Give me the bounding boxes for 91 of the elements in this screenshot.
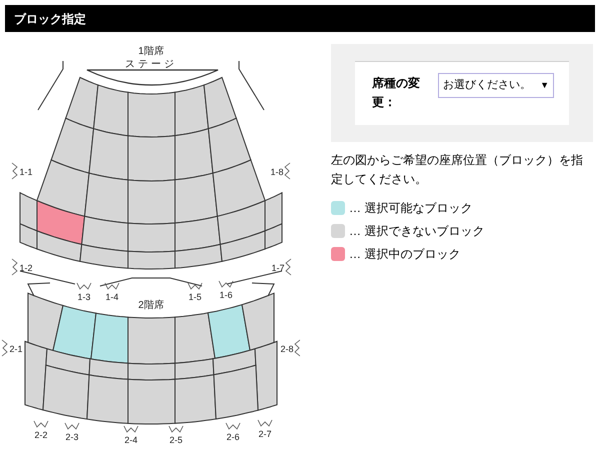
door-icon: [64, 422, 80, 430]
door-label: 2-5: [170, 435, 182, 445]
seat-block[interactable]: [36, 200, 86, 246]
legend-label: … 選択可能なブロック: [349, 200, 472, 217]
seat-block[interactable]: [128, 378, 176, 424]
door-label: 1-4: [106, 292, 118, 302]
door-label: 2-7: [258, 429, 272, 439]
seat-block[interactable]: [174, 244, 223, 269]
seat-block[interactable]: [36, 230, 82, 262]
wall-line: [238, 60, 264, 110]
seat-block[interactable]: [93, 84, 128, 136]
seat-block[interactable]: [128, 250, 176, 270]
seat-block[interactable]: [65, 76, 99, 130]
seat-block[interactable]: [212, 159, 266, 217]
door-icon: [124, 426, 138, 433]
seat-block[interactable]: [264, 192, 282, 232]
seat-block[interactable]: [216, 200, 266, 246]
seat-block[interactable]: [79, 244, 128, 269]
seat-block[interactable]: [42, 364, 90, 420]
door-icon: [226, 422, 240, 430]
seat-block[interactable]: [36, 159, 90, 217]
seat-block[interactable]: [208, 118, 252, 174]
seat-block[interactable]: [20, 192, 38, 232]
seat-block[interactable]: [128, 362, 176, 380]
seat-block[interactable]: [174, 128, 214, 180]
seat-type-select[interactable]: お選びください。 ▼: [438, 73, 554, 98]
seat-block[interactable]: [88, 128, 128, 180]
door-label: 1-6: [220, 290, 232, 300]
door-icon: [258, 420, 272, 427]
door-label: 1-8: [270, 167, 284, 177]
legend-label: … 選択できないブロック: [349, 223, 484, 240]
seat-block[interactable]: [86, 374, 128, 424]
seat-type-label: 席種の変更：: [372, 75, 421, 111]
door-icon: [104, 282, 120, 290]
seat-block[interactable]: [212, 348, 256, 376]
legend-label: … 選択中のブロック: [349, 246, 460, 263]
floor-label: 1階席: [138, 46, 164, 57]
door-label: 2-1: [10, 344, 22, 354]
door-icon: [12, 162, 18, 180]
door-label: 2-4: [124, 435, 138, 445]
door-label: 2-6: [226, 432, 240, 442]
wall-line: [38, 60, 64, 110]
seat-block[interactable]: [174, 84, 209, 136]
seat-block[interactable]: [128, 222, 176, 252]
seat-block[interactable]: [174, 216, 221, 252]
door-label: 1-3: [78, 292, 90, 302]
door-icon: [168, 426, 184, 433]
door-label: 2-3: [66, 432, 78, 442]
door-icon: [218, 280, 234, 288]
door-icon: [285, 258, 292, 276]
door-label: 1-5: [188, 292, 202, 302]
seat-block[interactable]: [28, 292, 64, 352]
door-label: 2-2: [34, 430, 48, 440]
seat-block[interactable]: [20, 223, 38, 250]
door-label: 1-1: [20, 167, 32, 177]
door-label: 2-8: [280, 344, 294, 354]
floor-label: 2階席: [138, 300, 164, 311]
seat-block[interactable]: [174, 374, 217, 424]
seat-block[interactable]: [174, 172, 218, 224]
seat-block[interactable]: [90, 312, 128, 364]
door-icon: [12, 258, 18, 276]
seat-block[interactable]: [128, 135, 176, 182]
seat-block[interactable]: [203, 76, 237, 130]
seat-block[interactable]: [84, 172, 128, 224]
instruction-text: 左の図からご希望の座席位置（ブロック）を指定してください。: [331, 152, 584, 188]
seat-block[interactable]: [174, 358, 214, 380]
door-icon: [284, 162, 290, 180]
seat-block[interactable]: [220, 230, 266, 262]
header-title: ブロック指定: [14, 10, 86, 28]
seat-block[interactable]: [52, 304, 97, 360]
stage-label: ステージ: [125, 59, 177, 70]
seat-block[interactable]: [128, 316, 176, 364]
seat-block[interactable]: [128, 92, 176, 138]
seat-block[interactable]: [264, 223, 282, 250]
seat-block[interactable]: [241, 292, 274, 351]
seat-block[interactable]: [213, 364, 259, 420]
seat-block[interactable]: [81, 216, 128, 252]
door-label: 1-7: [272, 263, 284, 273]
seat-block[interactable]: [128, 179, 176, 224]
door-icon: [2, 340, 8, 356]
door-icon: [188, 282, 202, 290]
seat-block[interactable]: [24, 340, 48, 411]
seat-block[interactable]: [174, 312, 216, 364]
door-icon: [34, 420, 48, 428]
door-icon: [294, 340, 300, 356]
door-icon: [76, 282, 92, 290]
seat-block[interactable]: [50, 118, 94, 174]
door-label: 1-2: [20, 263, 32, 273]
seat-block[interactable]: [88, 358, 128, 380]
seat-block[interactable]: [207, 304, 251, 359]
seat-block[interactable]: [45, 348, 91, 376]
